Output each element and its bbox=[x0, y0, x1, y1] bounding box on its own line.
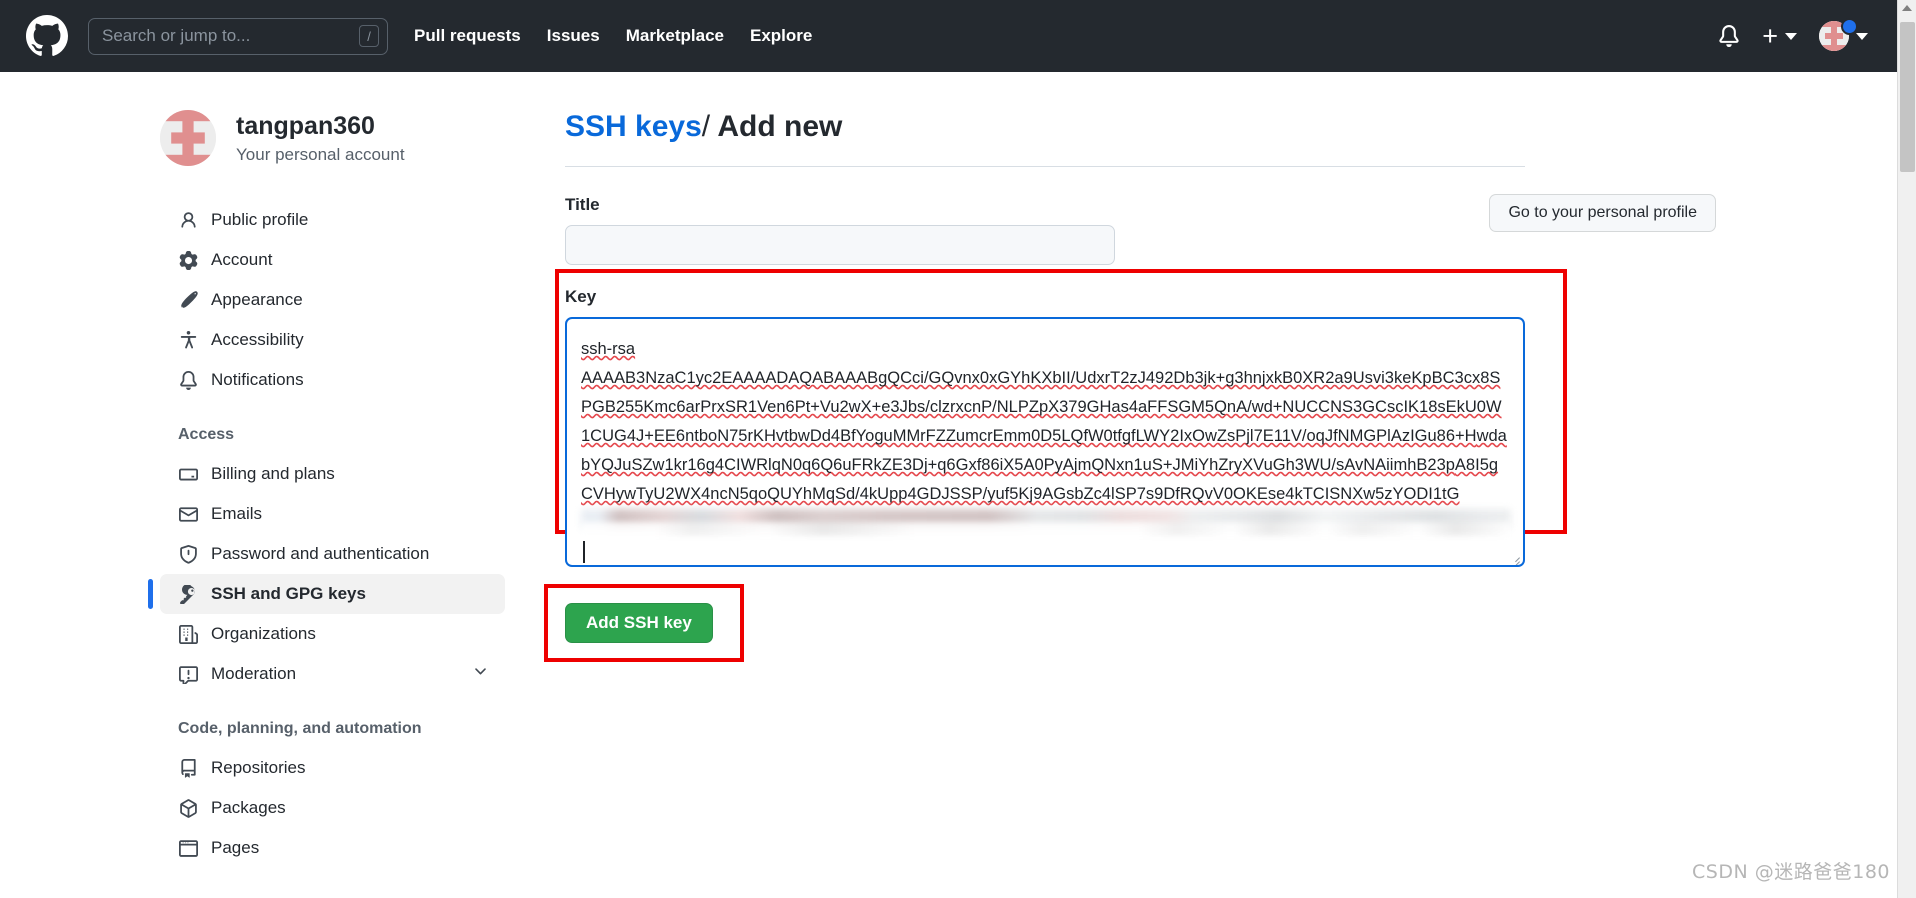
key-field-label: Key bbox=[565, 287, 597, 306]
account-subtitle: Your personal account bbox=[236, 144, 405, 164]
breadcrumb-separator: / bbox=[701, 110, 711, 143]
submit-row: Add SSH key bbox=[544, 584, 1916, 662]
nav-marketplace[interactable]: Marketplace bbox=[626, 26, 724, 46]
key-line-2: PGB255Kmc6arPrxSR1Ven6Pt+Vu2wX+e3Jbs/clz… bbox=[581, 398, 1502, 416]
search-input[interactable] bbox=[102, 26, 359, 46]
go-to-personal-profile-button[interactable]: Go to your personal profile bbox=[1489, 194, 1716, 232]
sidebar-item-appearance[interactable]: Appearance bbox=[160, 280, 505, 320]
github-mark-icon bbox=[26, 15, 68, 57]
sidebar-item-organizations[interactable]: Organizations bbox=[160, 614, 505, 654]
textarea-resize-handle[interactable] bbox=[1508, 550, 1520, 562]
main-content: Go to your personal profile SSH keys/ Ad… bbox=[520, 72, 1916, 898]
sidebar-section-code-title: Code, planning, and automation bbox=[178, 720, 422, 737]
user-avatar-identicon bbox=[160, 110, 216, 166]
repo-icon bbox=[178, 758, 198, 778]
sidebar-item-emails[interactable]: Emails bbox=[160, 494, 505, 534]
avatar bbox=[160, 110, 216, 166]
sidebar-item-label: Account bbox=[211, 250, 273, 269]
create-new-menu[interactable]: + bbox=[1762, 21, 1797, 51]
notifications-bell-icon[interactable] bbox=[1718, 25, 1740, 47]
key-line-1: AAAAB3NzaC1yc2EAAAADAQABAAABgQCci/GQvnx0… bbox=[581, 369, 1501, 387]
sidebar-item-label: Emails bbox=[211, 504, 263, 523]
sidebar-item-ssh-and-gpg-keys[interactable]: SSH and GPG keys bbox=[148, 574, 505, 614]
paintbrush-icon bbox=[178, 290, 198, 310]
key-line-3: 1CUG4J+EE6ntboN75rKHvtbwDd4BfYoguMMrFZZu… bbox=[581, 427, 1477, 445]
nav-pull-requests[interactable]: Pull requests bbox=[414, 26, 521, 46]
top-navigation-bar: / Pull requests Issues Marketplace Explo… bbox=[0, 0, 1916, 72]
report-icon bbox=[178, 664, 198, 684]
plus-icon: + bbox=[1762, 21, 1778, 51]
key-textarea[interactable]: ssh-rsa AAAAB3NzaC1yc2EAAAADAQABAAABgQCc… bbox=[565, 317, 1525, 567]
primary-nav: Pull requests Issues Marketplace Explore bbox=[414, 26, 812, 46]
nav-issues[interactable]: Issues bbox=[547, 26, 600, 46]
sidebar-item-label: Notifications bbox=[211, 370, 304, 389]
sidebar-item-label: Public profile bbox=[211, 210, 309, 229]
sidebar-section-access-title: Access bbox=[178, 426, 235, 443]
search-shortcut-key: / bbox=[359, 25, 379, 47]
title-input[interactable] bbox=[565, 225, 1115, 265]
package-icon bbox=[178, 798, 198, 818]
sidebar-item-label: Pages bbox=[211, 838, 260, 857]
chevron-down-icon bbox=[1785, 32, 1797, 40]
settings-sidebar: tangpan360 Your personal account Public … bbox=[0, 72, 520, 898]
sidebar-item-public-profile[interactable]: Public profile bbox=[160, 200, 505, 240]
browser-scrollbar[interactable] bbox=[1897, 0, 1916, 898]
sidebar-item-moderation[interactable]: Moderation bbox=[160, 654, 505, 694]
sidebar-item-notifications[interactable]: Notifications bbox=[160, 360, 505, 400]
sidebar-item-label: Repositories bbox=[211, 758, 306, 777]
sidebar-item-accessibility[interactable]: Accessibility bbox=[160, 320, 505, 360]
shield-icon bbox=[178, 544, 198, 564]
page-title: SSH keys/ Add new bbox=[565, 110, 1525, 167]
sidebar-item-repositories[interactable]: Repositories bbox=[160, 748, 505, 788]
chevron-down-icon[interactable] bbox=[472, 663, 489, 685]
sidebar-item-pages[interactable]: Pages bbox=[160, 828, 505, 868]
sidebar-item-packages[interactable]: Packages bbox=[160, 788, 505, 828]
sidebar-nav: Public profile Account Appearance Access… bbox=[148, 200, 505, 868]
breadcrumb-ssh-keys-link[interactable]: SSH keys bbox=[565, 110, 702, 143]
sidebar-item-label: SSH and GPG keys bbox=[211, 584, 366, 603]
nav-explore[interactable]: Explore bbox=[750, 26, 812, 46]
text-cursor bbox=[583, 541, 585, 563]
sidebar-item-label: Moderation bbox=[211, 664, 297, 683]
gear-icon bbox=[178, 250, 198, 270]
key-icon bbox=[178, 584, 198, 604]
user-menu[interactable] bbox=[1819, 18, 1868, 51]
sidebar-item-label: Accessibility bbox=[211, 330, 304, 349]
key-field-group: Key ssh-rsa AAAAB3NzaC1yc2EAAAADAQABAAAB… bbox=[555, 269, 1916, 567]
breadcrumb-current: Add new bbox=[717, 110, 843, 143]
sidebar-item-label: Packages bbox=[211, 798, 286, 817]
github-logo-link[interactable] bbox=[26, 15, 68, 57]
accessibility-icon bbox=[178, 330, 198, 350]
sidebar-item-account[interactable]: Account bbox=[160, 240, 505, 280]
sidebar-item-password-and-authentication[interactable]: Password and authentication bbox=[160, 534, 505, 574]
page-body: tangpan360 Your personal account Public … bbox=[0, 72, 1916, 898]
account-header: tangpan360 Your personal account bbox=[160, 110, 520, 166]
key-textarea-content: ssh-rsa AAAAB3NzaC1yc2EAAAADAQABAAABgQCc… bbox=[567, 319, 1523, 509]
mail-icon bbox=[178, 504, 198, 524]
key-line-0: ssh-rsa bbox=[581, 340, 636, 358]
sidebar-item-label: Organizations bbox=[211, 624, 316, 643]
account-name: tangpan360 bbox=[236, 112, 375, 141]
sidebar-item-label: Billing and plans bbox=[211, 464, 335, 483]
sidebar-item-label: Password and authentication bbox=[211, 544, 430, 563]
person-icon bbox=[178, 210, 198, 230]
chevron-down-icon bbox=[1856, 32, 1868, 40]
sidebar-item-billing-and-plans[interactable]: Billing and plans bbox=[160, 454, 505, 494]
search-box[interactable]: / bbox=[88, 17, 388, 55]
sidebar-item-label: Appearance bbox=[211, 290, 303, 309]
scroll-up-arrow-icon[interactable] bbox=[1902, 5, 1912, 11]
organization-icon bbox=[178, 624, 198, 644]
bell-icon bbox=[178, 370, 198, 390]
redacted-key-line-shadow bbox=[581, 522, 1511, 536]
scrollbar-thumb[interactable] bbox=[1900, 22, 1915, 172]
csdn-watermark: CSDN @迷路爸爸180 bbox=[1692, 861, 1890, 883]
credit-card-icon bbox=[178, 464, 198, 484]
browser-icon bbox=[178, 838, 198, 858]
topbar-actions: + bbox=[1718, 18, 1894, 51]
add-ssh-key-button[interactable]: Add SSH key bbox=[565, 603, 713, 643]
status-indicator-dot bbox=[1841, 18, 1858, 35]
